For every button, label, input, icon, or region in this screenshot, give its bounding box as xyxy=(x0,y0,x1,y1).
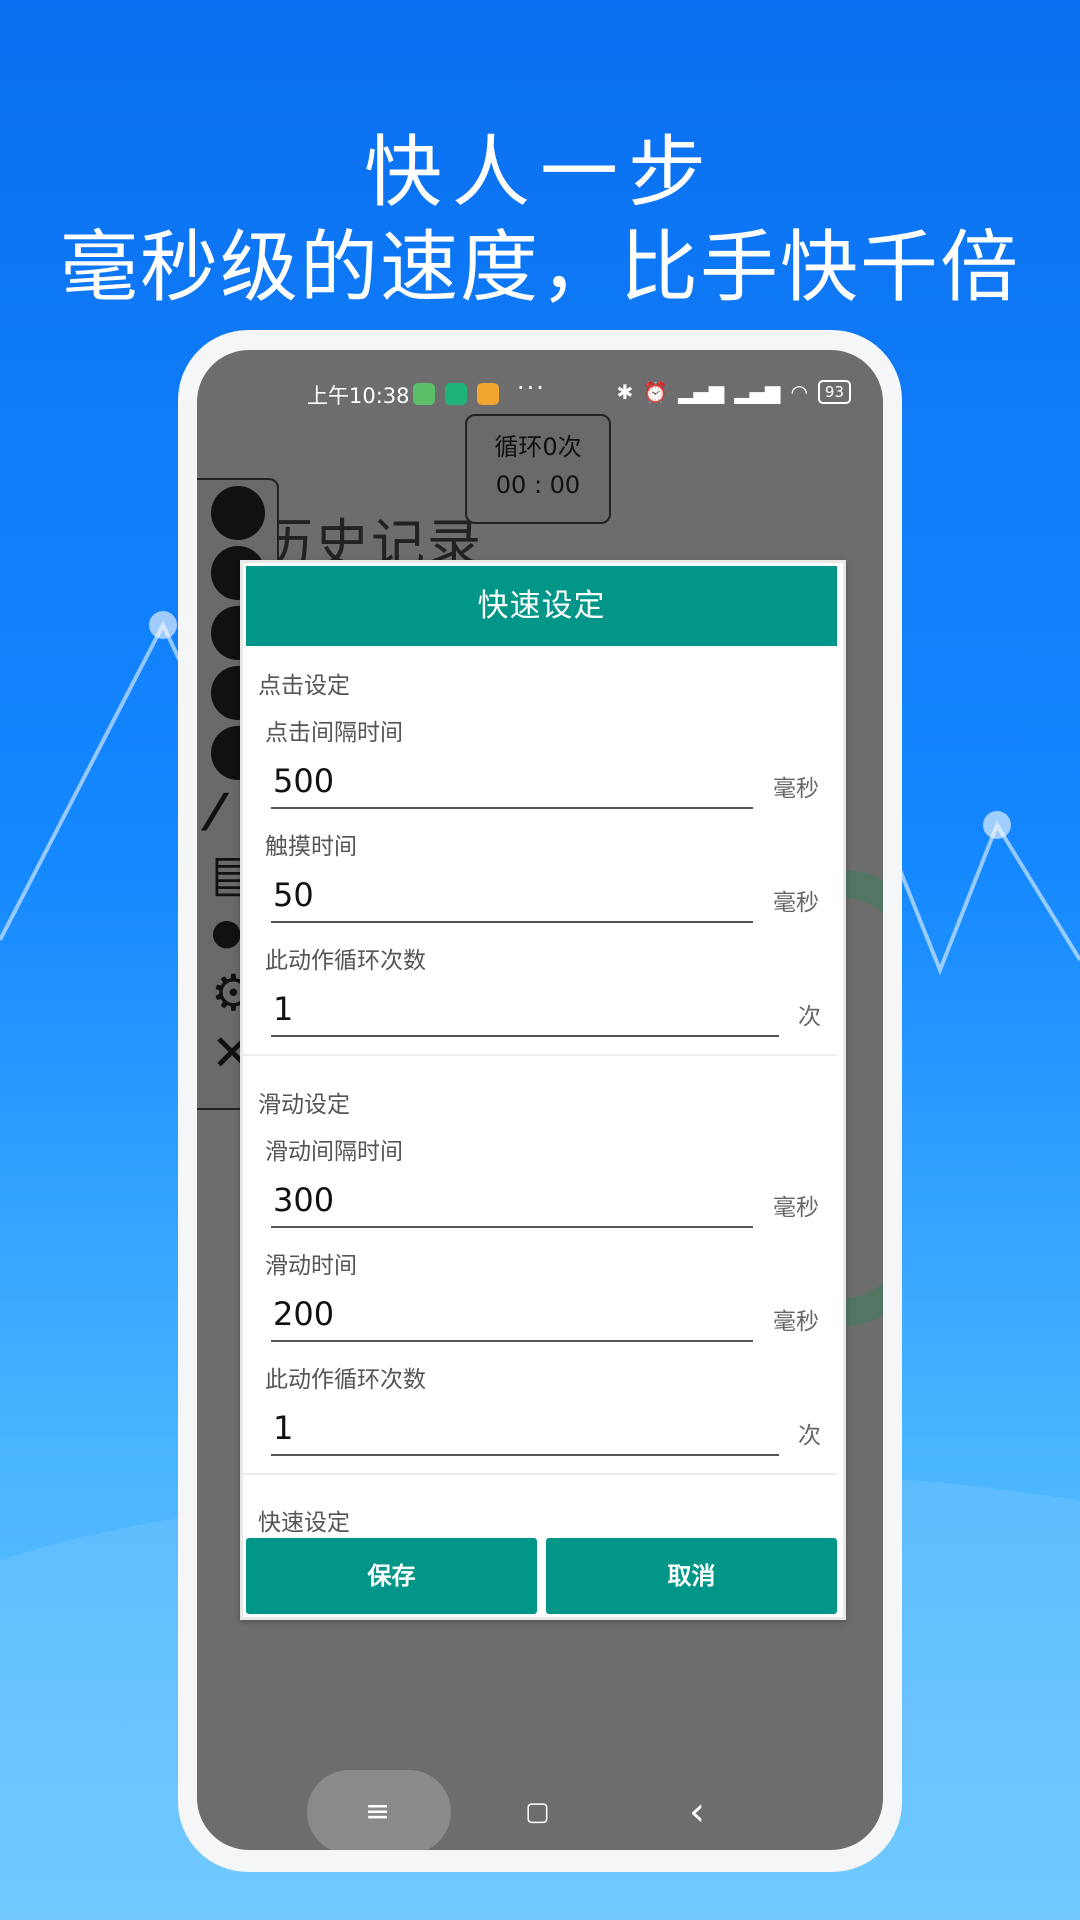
status-bar: 上午10:38 ··· ✱ ⏰ ▂▄▆ ▂▄▆ ◠ 93 xyxy=(197,374,883,414)
line-icon[interactable]: ⁄ xyxy=(211,786,219,840)
wifi-icon: ◠ xyxy=(790,380,808,404)
swipe-interval-input[interactable]: 300 xyxy=(273,1178,778,1222)
android-app-icon xyxy=(413,383,435,405)
battery-icon: 93 xyxy=(817,380,851,404)
navigation-bar: ≡ ▢ ‹ xyxy=(197,1770,883,1850)
swipe-section-title: 滑动设定 xyxy=(258,1092,350,1118)
click-interval-unit: 毫秒 xyxy=(773,776,819,802)
bluetooth-icon: ✱ xyxy=(616,380,634,404)
dialog-title: 快速设定 xyxy=(246,566,837,646)
loop-counter[interactable]: 循环0次 00 : 00 xyxy=(465,414,611,524)
click-section-title: 点击设定 xyxy=(258,673,350,699)
click-interval-input[interactable]: 500 xyxy=(273,759,778,803)
save-button[interactable]: 保存 xyxy=(246,1538,537,1614)
status-time: 上午10:38 xyxy=(307,384,410,408)
home-icon[interactable]: ▢ xyxy=(525,1770,550,1850)
click-loop-label: 此动作循环次数 xyxy=(265,948,426,974)
touch-time-label: 触摸时间 xyxy=(265,834,357,860)
eye-icon[interactable]: ● xyxy=(211,906,242,960)
quick-section-title: 快速设定 xyxy=(258,1510,350,1536)
hd-signal-icon: ▂▄▆ xyxy=(678,380,725,404)
swipe-duration-unit: 毫秒 xyxy=(773,1309,819,1335)
section-divider-2 xyxy=(243,1473,837,1475)
click-loop-unit: 次 xyxy=(798,1004,821,1030)
more-notifications-icon: ··· xyxy=(517,374,546,402)
swipe-loop-unit: 次 xyxy=(798,1423,821,1449)
quick-settings-dialog: 快速设定 点击设定 点击间隔时间 500 毫秒 触摸时间 50 毫秒 此动作循环… xyxy=(240,560,846,1620)
headline-secondary: 毫秒级的速度，比手快千倍 xyxy=(59,223,1020,313)
swipe-interval-unit: 毫秒 xyxy=(773,1195,819,1221)
shield-app-icon xyxy=(445,383,467,405)
click-interval-underline xyxy=(271,807,753,809)
cancel-button[interactable]: 取消 xyxy=(546,1538,837,1614)
click-interval-label: 点击间隔时间 xyxy=(265,720,403,746)
swipe-duration-underline xyxy=(271,1340,753,1342)
touch-time-underline xyxy=(271,921,753,923)
note-app-icon xyxy=(477,383,499,405)
timer-text: 00 : 00 xyxy=(495,471,581,499)
alarm-icon: ⏰ xyxy=(643,380,669,404)
menu-icon[interactable]: ≡ xyxy=(365,1770,390,1850)
swipe-interval-underline xyxy=(271,1226,753,1228)
touch-time-unit: 毫秒 xyxy=(773,890,819,916)
section-divider xyxy=(243,1054,837,1056)
click-loop-underline xyxy=(271,1035,779,1037)
click-loop-input[interactable]: 1 xyxy=(273,987,778,1031)
back-icon[interactable]: ‹ xyxy=(689,1770,705,1850)
swipe-duration-input[interactable]: 200 xyxy=(273,1292,778,1336)
play-icon[interactable] xyxy=(211,486,265,540)
swipe-interval-label: 滑动间隔时间 xyxy=(265,1139,403,1165)
swipe-loop-label: 此动作循环次数 xyxy=(265,1367,426,1393)
swipe-loop-underline xyxy=(271,1454,779,1456)
swipe-loop-input[interactable]: 1 xyxy=(273,1406,778,1450)
status-right-icons: ✱ ⏰ ▂▄▆ ▂▄▆ ◠ 93 xyxy=(616,380,851,404)
loop-count-text: 循环0次 xyxy=(494,433,582,461)
swipe-duration-label: 滑动时间 xyxy=(265,1253,357,1279)
touch-time-input[interactable]: 50 xyxy=(273,873,778,917)
hd-signal-icon-2: ▂▄▆ xyxy=(734,380,781,404)
